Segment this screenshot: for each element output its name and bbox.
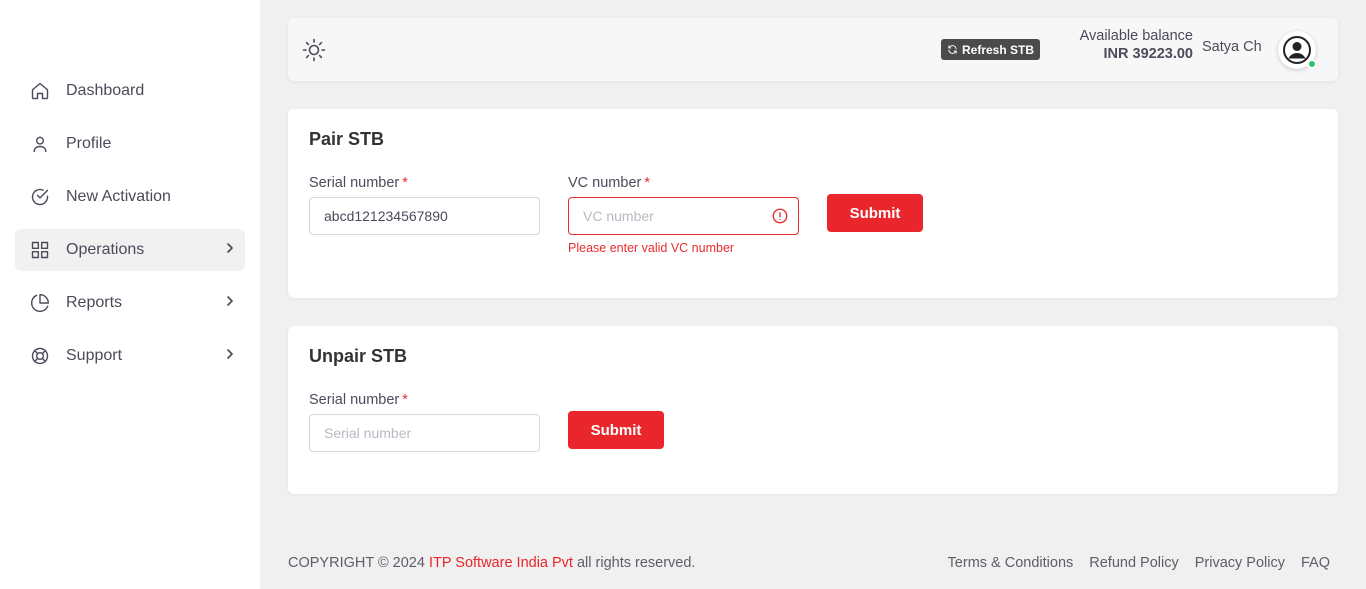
company-link[interactable]: ITP Software India Pvt <box>429 555 573 571</box>
grid-icon <box>30 240 50 260</box>
copyright-prefix: COPYRIGHT © 2024 <box>288 555 429 571</box>
chevron-right-icon <box>225 347 235 361</box>
vc-number-label: VC number * <box>568 175 650 191</box>
lifebuoy-icon <box>30 346 50 366</box>
alert-circle-icon <box>771 207 789 225</box>
sidebar-nav: Dashboard Profile New Activation Operati… <box>15 70 245 388</box>
refresh-stb-button[interactable]: Refresh STB <box>941 39 1041 60</box>
serial-number-label-text: Serial number <box>309 175 400 191</box>
balance-label: Available balance <box>1079 28 1193 44</box>
vc-number-error: Please enter valid VC number <box>568 241 735 255</box>
sidebar-item-label: Support <box>66 347 123 364</box>
sun-icon[interactable] <box>302 38 326 62</box>
unpair-stb-title: Unpair STB <box>309 346 408 366</box>
sidebar-item-reports[interactable]: Reports <box>15 282 245 324</box>
serial-number-label-text: Serial number <box>309 392 400 408</box>
sidebar-item-support[interactable]: Support <box>15 335 245 377</box>
online-status-dot <box>1307 59 1317 69</box>
available-balance: Available balance INR 39223.00 <box>1080 28 1193 62</box>
serial-number-input[interactable] <box>309 197 540 235</box>
serial-number-label: Serial number * <box>309 175 408 191</box>
unpair-serial-number-input[interactable] <box>309 414 540 452</box>
refresh-icon <box>948 45 957 54</box>
pair-stb-title: Pair STB <box>309 129 385 149</box>
footer-link-privacy[interactable]: Privacy Policy <box>1195 555 1285 571</box>
vc-number-label-text: VC number <box>568 175 642 191</box>
home-icon <box>30 81 50 101</box>
pair-submit-button[interactable]: Submit <box>827 194 923 232</box>
user-name[interactable]: Satya Ch <box>1202 39 1262 55</box>
user-icon <box>30 134 50 154</box>
pie-chart-icon <box>30 293 50 313</box>
top-navbar: Refresh STB Available balance INR 39223.… <box>288 18 1338 81</box>
pair-stb-card: Pair STB Serial number* VC number* Pleas… <box>288 109 1338 298</box>
unpair-submit-button[interactable]: Submit <box>568 411 664 449</box>
vc-number-input[interactable] <box>568 197 799 235</box>
sidebar-item-label: New Activation <box>66 188 171 205</box>
balance-value: INR 39223.00 <box>1103 46 1193 62</box>
copyright: COPYRIGHT © 2024 ITP Software India Pvt … <box>288 555 695 571</box>
required-mark: * <box>402 392 408 408</box>
sidebar-item-dashboard[interactable]: Dashboard <box>15 70 245 112</box>
sidebar: Dashboard Profile New Activation Operati… <box>0 0 260 589</box>
chevron-right-icon <box>225 294 235 308</box>
sidebar-item-operations[interactable]: Operations <box>15 229 245 271</box>
check-circle-icon <box>30 187 50 207</box>
chevron-right-icon <box>225 241 235 255</box>
footer-link-faq[interactable]: FAQ <box>1301 555 1330 571</box>
sidebar-item-profile[interactable]: Profile <box>15 123 245 165</box>
sidebar-item-label: Profile <box>66 135 112 152</box>
sidebar-item-new-activation[interactable]: New Activation <box>15 176 245 218</box>
serial-number-label: Serial number * <box>309 392 408 408</box>
required-mark: * <box>402 175 408 191</box>
sidebar-item-label: Dashboard <box>66 82 145 99</box>
copyright-suffix: all rights reserved. <box>572 555 696 571</box>
refresh-stb-label: Refresh STB <box>962 42 1035 57</box>
footer-links: Terms & Conditions Refund Policy Privacy… <box>932 555 1330 571</box>
sidebar-item-label: Reports <box>66 294 123 311</box>
sidebar-item-label: Operations <box>66 241 145 258</box>
footer-link-refund[interactable]: Refund Policy <box>1089 555 1178 571</box>
footer-link-terms[interactable]: Terms & Conditions <box>948 555 1074 571</box>
unpair-stb-card: Unpair STB Serial number* Submit <box>288 326 1338 494</box>
required-mark: * <box>644 175 650 191</box>
